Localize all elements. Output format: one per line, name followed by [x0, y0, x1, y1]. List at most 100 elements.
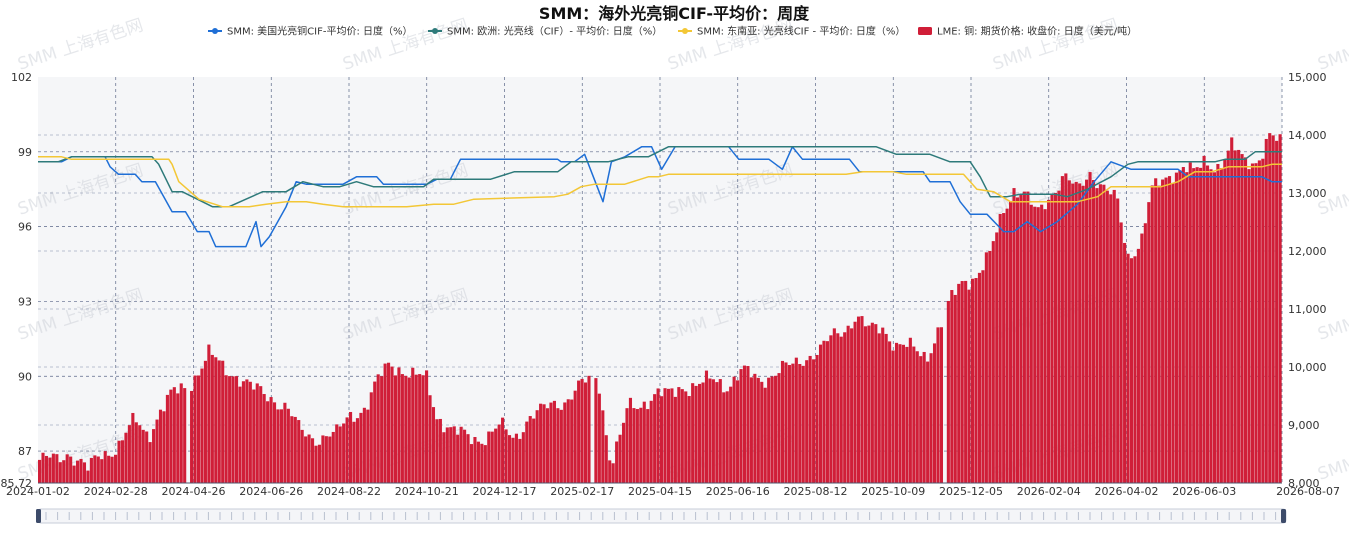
- bar-lme: [566, 399, 570, 483]
- bar-lme: [1071, 183, 1075, 483]
- y-left-tick-label: 90: [18, 370, 32, 383]
- bar-lme: [1140, 233, 1144, 483]
- bar-lme: [946, 300, 950, 483]
- x-tick-label: 2025-02-17: [550, 485, 614, 498]
- bar-lme: [953, 294, 957, 483]
- bar-lme: [1185, 172, 1189, 483]
- bar-lme: [884, 333, 888, 483]
- bar-lme: [210, 354, 214, 483]
- bar-lme: [1047, 199, 1051, 483]
- bar-lme: [373, 381, 377, 483]
- y-left-tick-label: 87: [18, 445, 32, 458]
- bar-lme: [767, 377, 771, 483]
- bar-lme: [82, 462, 87, 483]
- bar-lme: [349, 411, 353, 483]
- x-tick-label: 2026-04-02: [1095, 485, 1159, 498]
- bar-lme: [169, 389, 173, 483]
- legend-item[interactable]: SMM: 欧洲: 光亮线（CIF）- 平均价: 日度（%）: [428, 25, 662, 38]
- y-right-tick-label: 9,000: [1288, 419, 1320, 432]
- bar-lme: [604, 435, 608, 483]
- bar-lme: [442, 432, 446, 483]
- bar-lme: [1261, 158, 1265, 483]
- bar-lme: [539, 403, 543, 483]
- bar-lme: [490, 431, 494, 483]
- bar-lme: [577, 380, 581, 483]
- bar-lme: [870, 322, 874, 483]
- bar-lme: [207, 344, 211, 483]
- bar-lme: [369, 392, 373, 483]
- bar-lme: [259, 386, 263, 483]
- bar-lme: [760, 381, 764, 483]
- bar-lme: [660, 396, 664, 483]
- bar-lme: [1136, 248, 1140, 483]
- bar-lme: [1015, 197, 1020, 483]
- bar-lme: [632, 408, 636, 483]
- zoom-slider[interactable]: [36, 508, 1287, 524]
- bar-lme: [863, 326, 867, 483]
- bar-lme: [120, 440, 125, 483]
- bar-lme: [58, 462, 62, 483]
- bar-lme: [653, 394, 657, 483]
- bar-lme: [476, 441, 480, 483]
- bar-lme: [570, 399, 574, 483]
- bar-lme: [131, 412, 135, 483]
- bar-lme: [134, 422, 138, 483]
- bar-lme: [1057, 190, 1061, 483]
- bar-lme: [456, 434, 460, 483]
- y-left-tick-label: 102: [11, 71, 32, 84]
- bar-lme: [1022, 191, 1026, 484]
- y-right-tick-label: 10,000: [1288, 361, 1327, 374]
- bar-lme: [756, 377, 760, 483]
- legend-item[interactable]: SMM: 美国光亮铜CIF-平均价: 日度（%）: [208, 25, 413, 38]
- slider-handle-right[interactable]: [1281, 509, 1286, 523]
- bar-lme: [200, 368, 204, 483]
- bar-lme: [1192, 168, 1196, 483]
- bar-lme: [528, 416, 532, 483]
- bar-lme: [1085, 179, 1089, 483]
- bar-lme: [611, 463, 615, 483]
- bar-lme: [1226, 150, 1230, 483]
- bar-lme: [1157, 185, 1161, 483]
- bar-lme: [532, 418, 536, 483]
- legend-label: SMM: 美国光亮铜CIF-平均价: 日度（%）: [227, 25, 413, 38]
- bar-lme: [770, 376, 774, 483]
- bar-lme: [1109, 194, 1113, 483]
- bar-lme: [580, 378, 584, 483]
- bar-lme: [1209, 169, 1213, 483]
- legend-item[interactable]: LME: 铜: 期货价格: 收盘价: 日度（美元/吨）: [918, 25, 1137, 38]
- x-tick-label: 2024-12-17: [473, 485, 537, 498]
- slider-track[interactable]: [37, 508, 1287, 524]
- bar-lme: [725, 391, 729, 483]
- bar-lme: [494, 428, 498, 483]
- y-right-tick-label: 12,000: [1288, 245, 1327, 258]
- bar-lme: [877, 333, 881, 483]
- bar-lme: [601, 410, 605, 483]
- bar-lme: [960, 281, 964, 483]
- bar-lme: [314, 445, 318, 483]
- legend-swatch-dot: [682, 28, 688, 34]
- bar-lme: [328, 436, 332, 483]
- bar-lme: [100, 459, 104, 483]
- slider-handle-left[interactable]: [36, 509, 41, 523]
- bar-lme: [238, 386, 242, 483]
- bar-lme: [245, 379, 249, 483]
- bar-lme: [525, 421, 529, 483]
- legend-item[interactable]: SMM: 东南亚: 光亮线CIF - 平均价: 日度（%）: [678, 25, 905, 38]
- y-right-tick-label: 14,000: [1288, 129, 1327, 142]
- bar-lme: [919, 356, 923, 483]
- bar-lme: [1119, 222, 1123, 483]
- bar-lme: [974, 278, 978, 483]
- bar-lme: [183, 388, 187, 483]
- bar-lme: [1088, 172, 1092, 484]
- bar-lme: [988, 250, 992, 483]
- bar-lme: [466, 434, 470, 483]
- legend-swatch-dot: [212, 28, 218, 34]
- bar-lme: [514, 433, 518, 483]
- bar-lme: [145, 431, 149, 483]
- bar-lme: [300, 429, 304, 483]
- bar-lme: [915, 351, 919, 483]
- bar-lme: [1188, 162, 1192, 483]
- bar-lme: [1095, 188, 1099, 484]
- bar-lme: [79, 458, 83, 483]
- bar-lme: [507, 435, 512, 483]
